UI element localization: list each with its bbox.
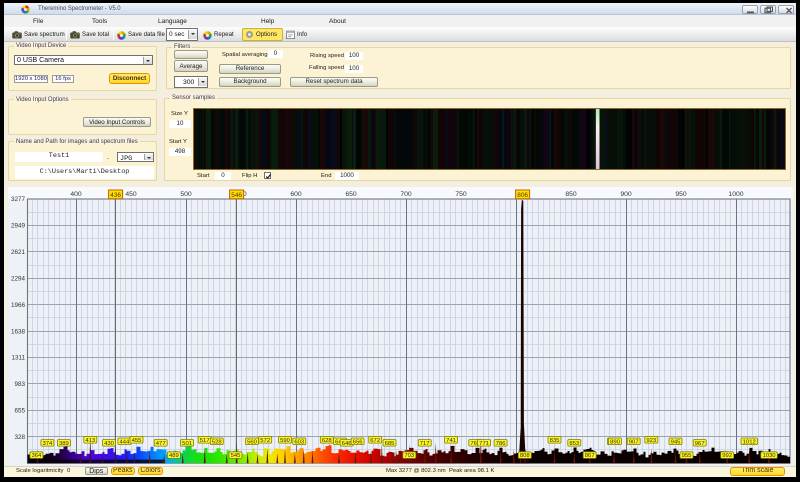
svg-text:741: 741 — [446, 438, 456, 444]
svg-text:2949: 2949 — [11, 223, 26, 230]
svg-text:328: 328 — [14, 434, 25, 441]
svg-text:389: 389 — [59, 441, 69, 447]
svg-text:517: 517 — [200, 438, 210, 444]
svg-text:2621: 2621 — [11, 249, 26, 256]
svg-text:590: 590 — [280, 438, 291, 444]
svg-text:528: 528 — [212, 439, 223, 445]
svg-text:850: 850 — [565, 191, 577, 198]
svg-text:945: 945 — [671, 439, 682, 445]
svg-text:955: 955 — [682, 453, 693, 459]
svg-text:1966: 1966 — [11, 302, 26, 309]
svg-text:700: 700 — [400, 191, 412, 198]
svg-text:603: 603 — [294, 439, 305, 445]
svg-text:1012: 1012 — [743, 439, 756, 445]
svg-text:950: 950 — [675, 191, 687, 198]
svg-text:1030: 1030 — [762, 453, 776, 459]
svg-text:786: 786 — [496, 441, 507, 447]
svg-text:656: 656 — [353, 439, 364, 445]
svg-text:501: 501 — [182, 441, 192, 447]
svg-text:3277: 3277 — [11, 196, 26, 203]
svg-text:650: 650 — [345, 191, 357, 198]
svg-text:672: 672 — [370, 438, 380, 444]
svg-text:646: 646 — [342, 441, 353, 447]
svg-text:703: 703 — [404, 453, 415, 459]
svg-text:413: 413 — [85, 438, 96, 444]
svg-text:546: 546 — [231, 192, 242, 199]
svg-text:364: 364 — [31, 453, 42, 459]
svg-text:455: 455 — [132, 438, 143, 444]
svg-text:685: 685 — [385, 441, 396, 447]
svg-text:907: 907 — [629, 439, 639, 445]
svg-text:374: 374 — [42, 441, 53, 447]
svg-text:400: 400 — [70, 191, 82, 198]
svg-text:983: 983 — [14, 381, 25, 388]
svg-text:923: 923 — [646, 438, 657, 444]
svg-text:992: 992 — [722, 453, 732, 459]
svg-text:436: 436 — [110, 192, 121, 199]
svg-text:1638: 1638 — [11, 328, 26, 335]
svg-text:808: 808 — [520, 453, 531, 459]
svg-text:572: 572 — [260, 438, 270, 444]
svg-text:477: 477 — [156, 441, 166, 447]
svg-text:967: 967 — [695, 441, 705, 447]
svg-text:900: 900 — [620, 191, 632, 198]
svg-text:750: 750 — [455, 191, 467, 198]
svg-text:628: 628 — [322, 438, 333, 444]
svg-text:655: 655 — [14, 408, 25, 415]
svg-text:600: 600 — [290, 191, 302, 198]
svg-text:717: 717 — [420, 441, 430, 447]
svg-text:806: 806 — [517, 192, 528, 199]
svg-text:489: 489 — [169, 453, 179, 459]
svg-text:1311: 1311 — [11, 355, 25, 362]
svg-text:890: 890 — [610, 439, 621, 445]
svg-text:853: 853 — [569, 441, 580, 447]
svg-text:771: 771 — [479, 441, 489, 447]
svg-text:430: 430 — [104, 441, 115, 447]
svg-text:450: 450 — [125, 191, 137, 198]
svg-text:444: 444 — [119, 439, 130, 445]
svg-text:545: 545 — [231, 453, 242, 459]
svg-text:1000: 1000 — [728, 191, 743, 198]
svg-text:2294: 2294 — [11, 276, 26, 283]
svg-text:500: 500 — [180, 191, 192, 198]
svg-text:835: 835 — [550, 438, 561, 444]
svg-text:560: 560 — [247, 439, 258, 445]
svg-text:867: 867 — [585, 453, 595, 459]
